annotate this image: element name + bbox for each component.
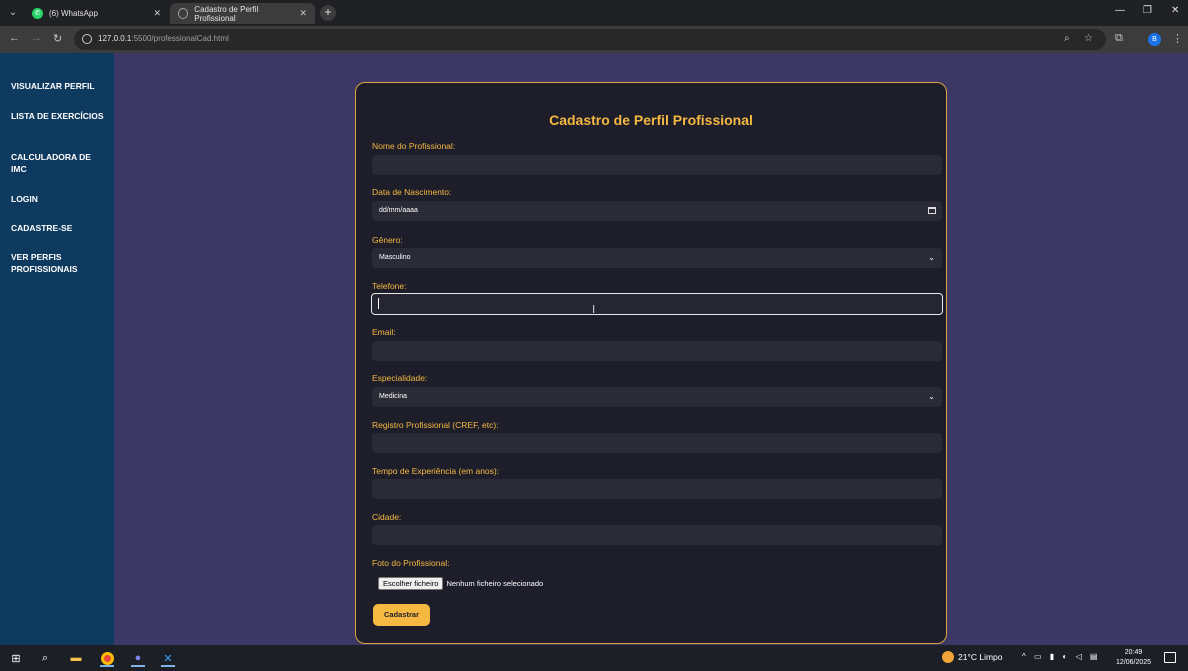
url-text: 127.0.0.1:5500/professionalCad.html: [98, 34, 229, 43]
cidade-input[interactable]: [372, 525, 942, 545]
registro-input[interactable]: [372, 433, 942, 453]
minimize-icon[interactable]: —: [1115, 5, 1125, 16]
choose-file-button[interactable]: Escolher ficheiro: [378, 577, 444, 590]
date: 12/06/2025: [1116, 659, 1152, 666]
genero-select[interactable]: Masculino ⌄: [372, 248, 942, 268]
active-indicator: [131, 665, 145, 667]
bookmark-star-icon[interactable]: ☆: [1084, 33, 1093, 44]
tab-whatsapp[interactable]: ✆ (6) WhatsApp ✕: [24, 3, 169, 24]
tab-label: Cadastro de Perfil Profissional: [194, 4, 259, 23]
nascimento-date-input[interactable]: dd/mm/aaaa: [372, 201, 942, 221]
sidebar-item-visualizar-perfil[interactable]: VISUALIZAR PERFIL: [11, 80, 106, 92]
vscode-icon[interactable]: ✕: [159, 649, 177, 667]
active-indicator: [161, 665, 175, 667]
globe-icon: [178, 8, 189, 19]
experiencia-input[interactable]: [372, 479, 942, 499]
text-cursor-icon: I: [592, 303, 596, 316]
system-tray-icons[interactable]: ^ ▭ ▮ ◐ ◁ ▤: [1022, 652, 1100, 661]
foto-file-input: Escolher ficheiro Nenhum ficheiro seleci…: [378, 577, 543, 590]
restore-icon[interactable]: ❐: [1143, 5, 1152, 16]
time: 20:49: [1124, 649, 1143, 656]
email-label: Email:: [372, 327, 396, 337]
close-window-icon[interactable]: ✕: [1171, 5, 1179, 16]
nome-label: Nome do Profissional:: [372, 141, 456, 151]
close-icon[interactable]: ✕: [299, 8, 307, 19]
file-status: Nenhum ficheiro selecionado: [446, 579, 544, 588]
taskbar: ⊞ ⌕ ▬ ● ✕ 21°C Limpo ^ ▭ ▮ ◐ ◁ ▤ 20:49 1…: [0, 645, 1188, 671]
date-placeholder: dd/mm/aaaa: [379, 207, 418, 214]
registration-form: Cadastro de Perfil Profissional Nome do …: [355, 82, 947, 644]
sidebar-item-cadastre-se[interactable]: CADASTRE-SE: [11, 222, 106, 234]
moon-icon: [942, 651, 954, 663]
zoom-icon[interactable]: ⌕: [1064, 33, 1070, 44]
windows-start-icon[interactable]: ⊞: [7, 649, 25, 667]
whatsapp-icon: ✆: [32, 8, 43, 19]
sidebar-item-lista-exercicios[interactable]: LISTA DE EXERCÍCIOS: [11, 110, 106, 122]
site-info-icon[interactable]: [82, 34, 92, 44]
tab-search-icon[interactable]: ⌄: [6, 6, 20, 20]
telefone-label: Telefone:: [372, 281, 407, 291]
search-icon[interactable]: ⌕: [36, 649, 54, 667]
cidade-label: Cidade:: [372, 512, 402, 522]
sidebar-item-calculadora-imc[interactable]: CALCULADORA DE IMC: [11, 151, 106, 175]
sidebar: VISUALIZAR PERFIL LISTA DE EXERCÍCIOS CA…: [0, 53, 114, 645]
foto-label: Foto do Profissional:: [372, 558, 450, 568]
telefone-input[interactable]: [371, 293, 943, 315]
cadastrar-button[interactable]: Cadastrar: [373, 604, 430, 626]
text-caret: [378, 298, 379, 309]
especialidade-select[interactable]: Medicina ⌄: [372, 387, 942, 407]
chevron-down-icon: ⌄: [928, 392, 935, 401]
sidebar-item-ver-perfis[interactable]: VER PERFIS PROFISSIONAIS: [11, 251, 106, 275]
especialidade-label: Especialidade:: [372, 373, 428, 383]
address-bar: ← → ↻ 127.0.0.1:5500/professionalCad.htm…: [0, 26, 1188, 53]
tab-cadastro[interactable]: Cadastro de Perfil Profissional ✕: [170, 3, 315, 24]
notifications-icon[interactable]: [1164, 652, 1176, 663]
extensions-icon[interactable]: ⧉: [1115, 32, 1123, 45]
teams-icon[interactable]: ●: [129, 649, 147, 667]
back-icon[interactable]: ←: [9, 32, 20, 44]
close-icon[interactable]: ✕: [153, 8, 161, 19]
genero-selected: Masculino: [379, 254, 411, 261]
url-input[interactable]: 127.0.0.1:5500/professionalCad.html ⌕ ☆: [74, 29, 1106, 50]
profile-avatar[interactable]: B: [1148, 33, 1161, 46]
especialidade-selected: Medicina: [379, 393, 408, 400]
chrome-icon[interactable]: [98, 649, 116, 667]
experiencia-label: Tempo de Experiência (em anos):: [372, 466, 500, 476]
weather-text: 21°C Limpo: [958, 652, 1003, 662]
genero-label: Gênero:: [372, 235, 403, 245]
active-indicator: [100, 665, 114, 667]
reload-icon[interactable]: ↻: [53, 32, 62, 45]
weather-widget[interactable]: 21°C Limpo: [942, 651, 1003, 663]
calendar-icon[interactable]: [928, 207, 936, 214]
nome-input[interactable]: [372, 155, 942, 175]
sidebar-item-login[interactable]: LOGIN: [11, 193, 106, 205]
menu-icon[interactable]: ⋮: [1172, 32, 1183, 45]
tab-label: (6) WhatsApp: [49, 9, 98, 18]
new-tab-button[interactable]: +: [320, 5, 336, 21]
forward-icon[interactable]: →: [31, 32, 42, 44]
email-input[interactable]: [372, 341, 942, 361]
registro-label: Registro Profissional (CREF, etc):: [372, 420, 499, 430]
tab-bar: ⌄ ✆ (6) WhatsApp ✕ Cadastro de Perfil Pr…: [0, 0, 1188, 26]
clock[interactable]: 20:49 12/06/2025: [1116, 648, 1151, 668]
file-explorer-icon[interactable]: ▬: [67, 649, 85, 667]
nascimento-label: Data de Nascimento:: [372, 187, 452, 197]
form-title: Cadastro de Perfil Profissional: [549, 112, 753, 128]
chevron-down-icon: ⌄: [928, 253, 935, 262]
